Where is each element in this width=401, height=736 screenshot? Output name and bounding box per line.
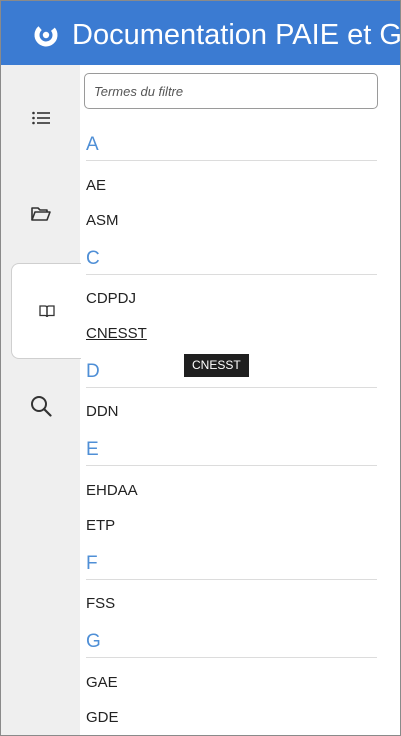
glossary-term[interactable]: DDN [86,402,119,422]
sidebar-item-search[interactable] [1,359,80,453]
app-header: Documentation PAIE et GRH [1,1,400,65]
glossary-term[interactable]: GAE [86,673,118,693]
letter-heading-c: C [86,244,377,275]
letter-heading-g: G [86,627,377,658]
glossary-term[interactable]: AE [86,176,106,196]
glossary-term[interactable]: ASM [86,211,119,231]
sidebar-item-glossary[interactable] [11,263,81,359]
app-window: Documentation PAIE et GRH [0,0,401,736]
folder-open-icon [30,207,51,221]
glossary-term-hovered[interactable]: CNESST [86,324,147,344]
sidebar [1,65,81,735]
glossary-term[interactable]: ETP [86,516,115,536]
tooltip: CNESST [184,354,249,377]
search-icon [30,396,52,417]
glossary-term[interactable]: CDPDJ [86,289,136,309]
app-title: Documentation PAIE et GRH [72,19,400,51]
sidebar-item-toc[interactable] [1,71,80,165]
glossary-term[interactable]: EHDAA [86,481,138,501]
glossary-panel: A AE ASM C CDPDJ CNESST D DDN E EHDAA ET… [80,65,400,735]
glossary-term[interactable]: FSS [86,594,115,614]
app-logo-icon [34,23,58,47]
letter-heading-a: A [86,130,377,161]
letter-heading-f: F [86,549,377,580]
sidebar-item-documents[interactable] [1,167,80,261]
glossary-term[interactable]: GDE [86,708,119,728]
list-icon [31,111,50,125]
letter-heading-e: E [86,435,377,466]
filter-input[interactable] [84,73,378,109]
book-open-icon [38,305,55,318]
